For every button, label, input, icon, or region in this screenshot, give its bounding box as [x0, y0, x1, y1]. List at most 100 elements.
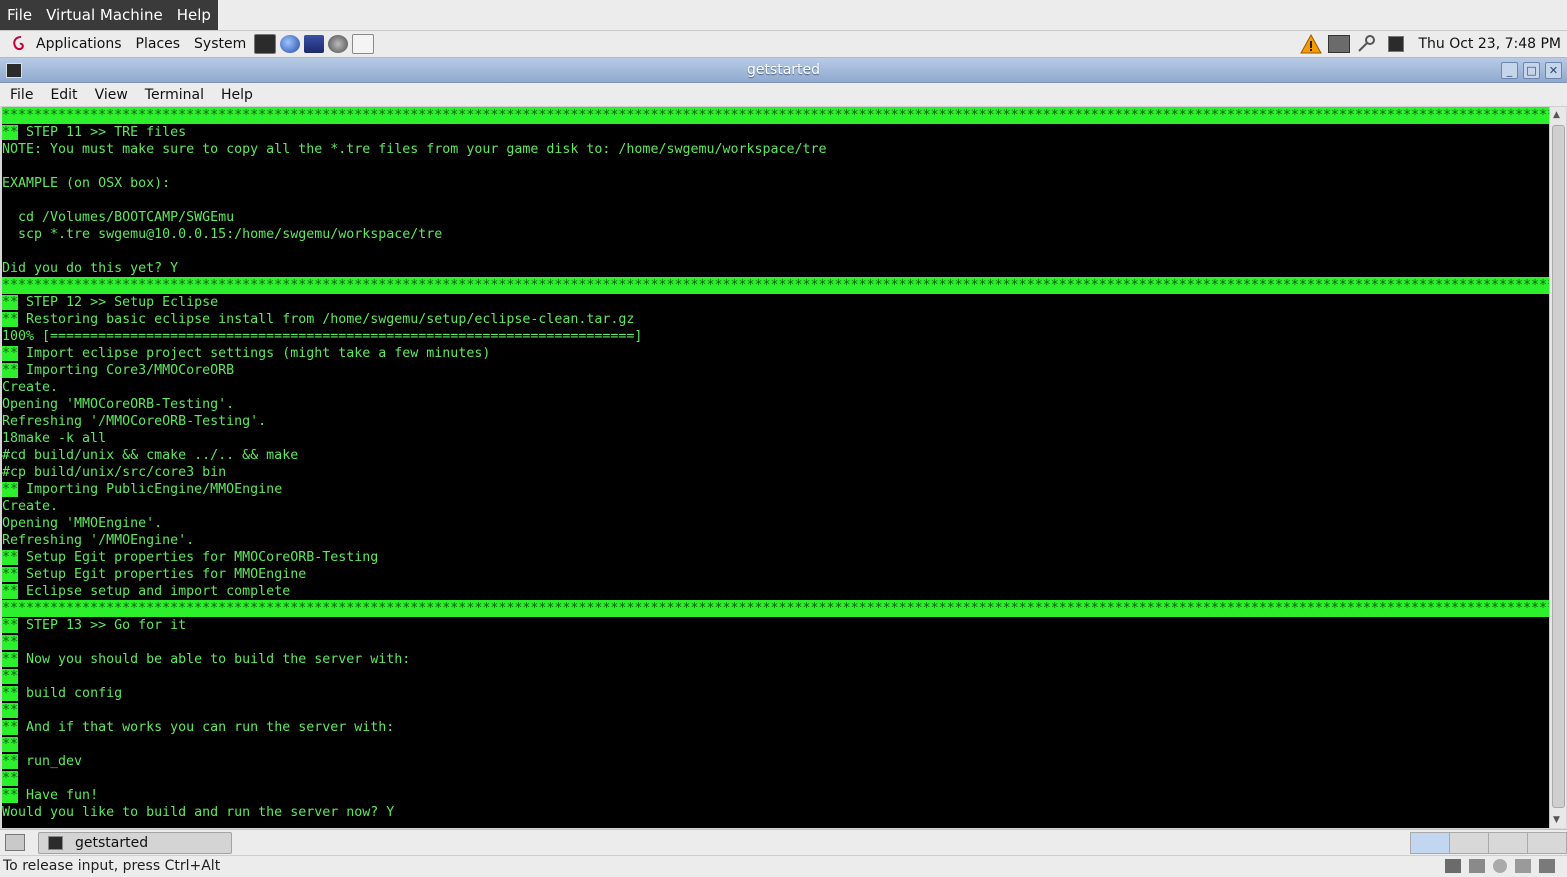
floppy-icon[interactable]	[1515, 859, 1531, 873]
vm-menu-file[interactable]: File	[0, 0, 39, 30]
terminal-line: ** And if that works you can run the ser…	[2, 719, 1549, 736]
terminal-line: Did you do this yet? Y	[2, 260, 1549, 277]
line-text: Setup Egit properties for MMOCoreORB-Tes…	[18, 550, 379, 565]
terminal-line: ****************************************…	[2, 277, 1549, 294]
menu-file[interactable]: File	[0, 87, 41, 103]
terminal-line: ** STEP 13 >> Go for it	[2, 617, 1549, 634]
scroll-thumb[interactable]	[1552, 125, 1565, 808]
line-text: Would you like to build and run the serv…	[2, 805, 395, 820]
minimize-button[interactable]: _	[1501, 62, 1518, 79]
terminal-line: ** Setup Egit properties for MMOCoreORB-…	[2, 549, 1549, 566]
line-marker: **	[2, 669, 19, 684]
menu-terminal[interactable]: Terminal	[136, 87, 212, 103]
line-marker: **	[2, 720, 19, 735]
terminal-line: 18make -k all	[2, 430, 1549, 447]
line-marker: **	[2, 346, 19, 361]
line-marker: **	[2, 686, 19, 701]
network-icon[interactable]	[1328, 35, 1351, 53]
line-text: Importing Core3/MMOCoreORB	[18, 363, 235, 378]
system-label: System	[194, 36, 247, 52]
menu-view[interactable]: View	[86, 87, 136, 103]
status-text: To release input, press Ctrl+Alt	[3, 858, 221, 874]
line-text: Now you should be able to build the serv…	[18, 652, 411, 667]
terminal-line: ** STEP 12 >> Setup Eclipse	[2, 294, 1549, 311]
line-text: Create.	[2, 380, 59, 395]
terminal-line: ** STEP 11 >> TRE files	[2, 124, 1549, 141]
line-marker: **	[2, 703, 19, 718]
network-adapter-icon[interactable]	[1445, 859, 1461, 873]
remote-desktop-icon[interactable]	[328, 35, 349, 53]
terminal-line: ** Importing PublicEngine/MMOEngine	[2, 481, 1549, 498]
line-marker: **	[2, 312, 19, 327]
line-marker: **	[2, 737, 19, 752]
terminal-line: Would you like to build and run the serv…	[2, 804, 1549, 821]
vm-menu-help[interactable]: Help	[170, 0, 218, 30]
terminal-line: ** Import eclipse project settings (migh…	[2, 345, 1549, 362]
line-text: run_dev	[18, 754, 83, 769]
vm-menu-group: File Virtual Machine Help	[0, 0, 218, 30]
line-text: Create.	[2, 499, 59, 514]
line-marker: **	[2, 618, 19, 633]
panel-tray: Thu Oct 23, 7:48 PM	[1300, 31, 1561, 57]
applications-menu[interactable]: Applications	[10, 34, 122, 54]
terminal-line: ** Now you should be able to build the s…	[2, 651, 1549, 668]
terminal-scrollbar[interactable]: ▲ ▼	[1549, 107, 1566, 828]
eclipse-icon[interactable]	[304, 35, 325, 53]
line-text: Eclipse setup and import complete	[18, 584, 291, 599]
bottom-taskbar: getstarted	[0, 829, 1567, 855]
line-marker: **	[2, 482, 19, 497]
line-marker: **	[2, 652, 19, 667]
line-text: And if that works you can run the server…	[18, 720, 395, 735]
panel-clock[interactable]: Thu Oct 23, 7:48 PM	[1418, 36, 1561, 52]
notes-icon[interactable]	[352, 34, 375, 54]
close-button[interactable]: ✕	[1545, 62, 1562, 79]
line-text: #cd build/unix && cmake ../.. && make	[2, 448, 299, 463]
line-marker: **	[2, 788, 19, 803]
line-text: 100% [==================================…	[2, 329, 643, 344]
workspace-3[interactable]	[1488, 832, 1528, 854]
hdd-icon[interactable]	[1539, 859, 1555, 873]
line-marker: **	[2, 635, 19, 650]
terminal-output[interactable]: ****************************************…	[2, 107, 1549, 828]
web-browser-icon[interactable]	[280, 35, 301, 53]
line-marker: **	[2, 363, 19, 378]
line-text: ****************************************…	[2, 278, 1549, 293]
terminal-line: ** build config	[2, 685, 1549, 702]
window-title: getstarted	[746, 62, 821, 78]
terminal-line: **	[2, 770, 1549, 787]
places-menu[interactable]: Places	[136, 36, 181, 52]
menu-help[interactable]: Help	[212, 87, 261, 103]
warning-icon[interactable]	[1300, 34, 1323, 54]
vm-menu-virtual-machine[interactable]: Virtual Machine	[39, 0, 170, 30]
line-text: Opening 'MMOEngine'.	[2, 516, 163, 531]
line-text: cd /Volumes/BOOTCAMP/SWGEmu	[2, 210, 235, 225]
system-menu[interactable]: System	[194, 36, 246, 52]
terminal-launcher-icon[interactable]	[254, 34, 277, 54]
maximize-button[interactable]: □	[1523, 62, 1540, 79]
window-titlebar[interactable]: getstarted _ □ ✕	[0, 58, 1567, 83]
terminal-line: ** Setup Egit properties for MMOEngine	[2, 566, 1549, 583]
line-text: STEP 11 >> TRE files	[18, 125, 187, 140]
debian-swirl-icon	[13, 36, 24, 51]
terminal-line: ****************************************…	[2, 600, 1549, 617]
scroll-down-arrow[interactable]: ▼	[1553, 815, 1560, 825]
scroll-up-arrow[interactable]: ▲	[1553, 110, 1560, 120]
line-text: STEP 12 >> Setup Eclipse	[18, 295, 219, 310]
terminal-line: Create.	[2, 498, 1549, 515]
menu-edit[interactable]: Edit	[41, 87, 85, 103]
workspace-2[interactable]	[1449, 832, 1489, 854]
terminal-line: **	[2, 702, 1549, 719]
vm-menubar: File Virtual Machine Help	[0, 0, 1567, 31]
show-desktop-icon[interactable]	[5, 834, 25, 851]
workspace-1[interactable]	[1410, 832, 1450, 854]
display-icon[interactable]	[1388, 36, 1405, 52]
workspace-4[interactable]	[1527, 832, 1567, 854]
line-text: Have fun!	[18, 788, 99, 803]
key-icon[interactable]	[1356, 35, 1376, 53]
status-icons	[1445, 859, 1555, 873]
terminal-line: scp *.tre swgemu@10.0.0.15:/home/swgemu/…	[2, 226, 1549, 243]
usb-icon[interactable]	[1469, 859, 1485, 873]
taskbar-button-getstarted[interactable]: getstarted	[38, 832, 232, 854]
cd-icon[interactable]	[1493, 859, 1507, 873]
